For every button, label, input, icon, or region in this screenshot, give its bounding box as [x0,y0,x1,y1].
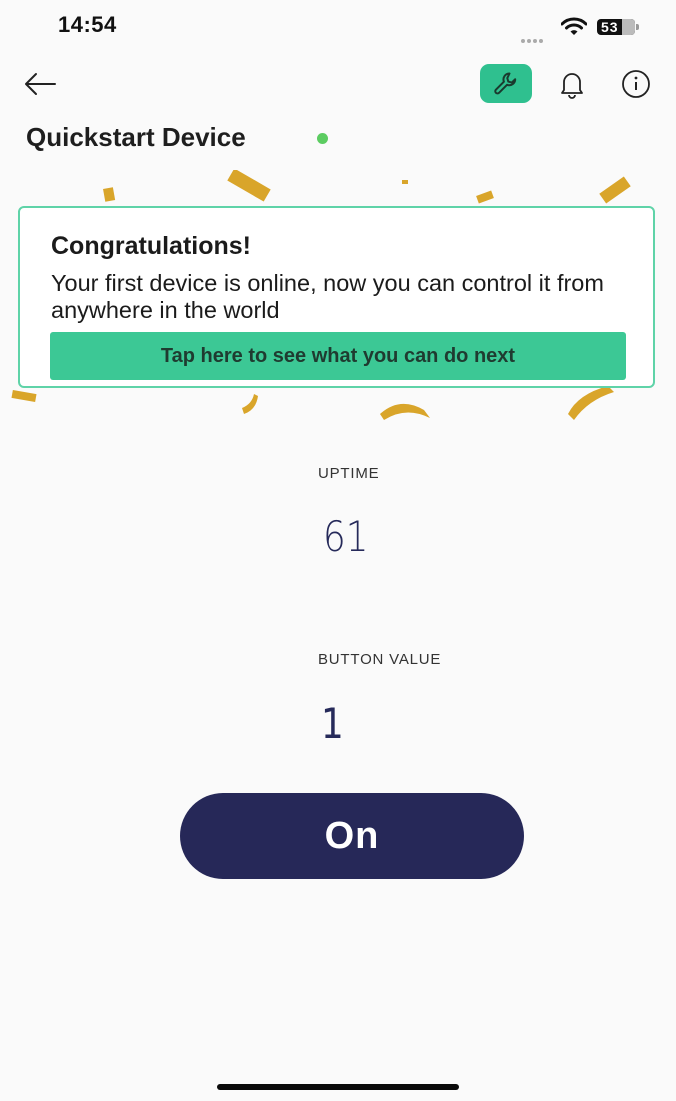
on-switch-button[interactable]: On [180,793,524,879]
back-arrow-icon[interactable] [22,70,58,98]
battery-icon: 53 [597,19,635,35]
uptime-label: UPTIME [318,465,380,482]
device-title: Quickstart Device [26,122,246,152]
button-value: 1 [321,699,344,748]
status-time: 14:54 [58,12,117,37]
info-icon[interactable] [621,69,651,99]
cellular-signal-icon [521,30,545,48]
button-value-label: BUTTON VALUE [318,651,442,668]
banner-message: Your first device is online, now you can… [51,270,604,323]
uptime-value: 61 [323,512,369,561]
bell-icon[interactable] [556,68,588,100]
wifi-icon [561,17,587,35]
battery-cap [636,24,639,30]
banner-title: Congratulations! [51,232,251,260]
device-settings-button[interactable] [480,64,532,103]
congratulations-banner: Congratulations! Your first device is on… [18,206,655,388]
battery-level: 53 [601,19,619,35]
next-steps-button[interactable]: Tap here to see what you can do next [50,332,626,380]
wrench-icon [494,71,517,94]
home-indicator[interactable] [217,1084,459,1090]
online-status-dot [317,133,328,144]
